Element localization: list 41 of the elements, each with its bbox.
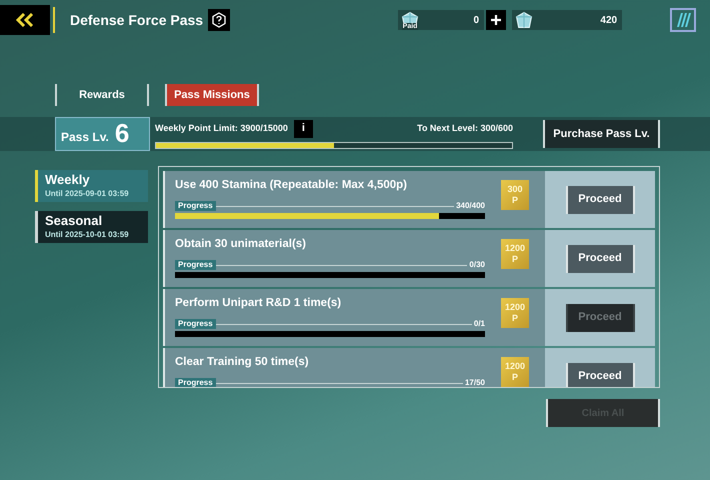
progress-count: 340/400	[456, 200, 485, 212]
category-tab[interactable]: Seasonal Until 2025-10-01 03:59	[35, 211, 148, 243]
purchase-button[interactable]: Purchase Pass Lv.	[543, 120, 660, 148]
proceed-button[interactable]: Proceed	[566, 244, 634, 272]
tab[interactable]: Pass Missions	[165, 84, 259, 106]
mission-title: Clear Training 50 time(s)	[175, 355, 310, 370]
proceed-button[interactable]: Proceed	[566, 186, 634, 214]
pass-level-label: Pass Lv.	[61, 129, 109, 146]
mission-title: Use 400 Stamina (Repeatable: Max 4,500p)	[175, 178, 408, 193]
page-title: Defense Force Pass	[70, 10, 204, 30]
currency-amount: 0	[474, 14, 480, 28]
next-level-text: To Next Level: 300/600	[417, 122, 513, 135]
proceed-button[interactable]: Proceed	[566, 362, 634, 387]
progress-label: Progress	[175, 378, 216, 387]
reward-badge: 1200 P	[501, 357, 529, 387]
pass-level-number: 6	[114, 118, 130, 148]
reward-badge: 300 P	[501, 180, 529, 210]
reward-badge: 1200 P	[501, 239, 529, 269]
back-button[interactable]	[0, 5, 50, 35]
progress-label: Progress	[175, 260, 216, 270]
tab[interactable]: Rewards	[55, 84, 149, 106]
reward-badge: 1200 P	[501, 298, 529, 328]
mission-title: Obtain 30 unimaterial(s)	[175, 237, 308, 252]
double-chevron-icon	[15, 13, 35, 27]
menu-button[interactable]	[670, 8, 696, 32]
stripes-icon	[675, 13, 692, 27]
progress-label: Progress	[175, 319, 216, 330]
currency-amount: 420	[600, 14, 618, 28]
help-button[interactable]	[208, 9, 230, 31]
crystal-icon	[516, 12, 532, 28]
add-button[interactable]	[486, 10, 506, 30]
category-tab[interactable]: Weekly Until 2025-09-01 03:59	[35, 170, 148, 202]
progress-count: 17/50	[464, 377, 485, 387]
info-button[interactable]: i	[294, 120, 313, 138]
help-icon	[211, 12, 228, 28]
progress-count: 0/30	[469, 259, 485, 272]
weekly-limit-text: Weekly Point Limit: 3900/15000	[155, 122, 288, 135]
mission-title: Perform Unipart R&D 1 time(s)	[175, 296, 342, 311]
progress-label: Progress	[175, 201, 216, 212]
plus-icon	[490, 14, 502, 26]
progress-count: 0/1	[474, 318, 485, 330]
